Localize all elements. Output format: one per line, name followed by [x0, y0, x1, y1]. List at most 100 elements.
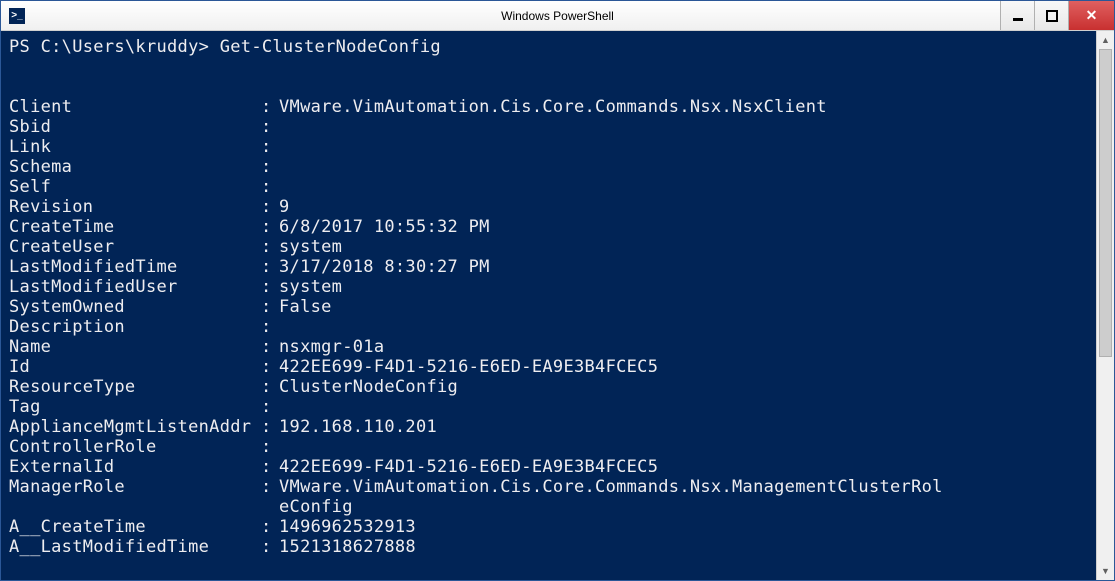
- output-colon: :: [261, 417, 279, 437]
- window-title: Windows PowerShell: [501, 9, 614, 23]
- scroll-up-arrow-icon[interactable]: ▲: [1097, 31, 1114, 49]
- output-value: 1521318627888: [279, 537, 1090, 557]
- terminal-area: PS C:\Users\kruddy> Get-ClusterNodeConfi…: [1, 31, 1114, 580]
- output-key: CreateTime: [9, 217, 261, 237]
- output-row: A__CreateTime:1496962532913: [9, 517, 1090, 537]
- prompt-line: PS C:\Users\kruddy> Get-ClusterNodeConfi…: [9, 37, 441, 57]
- output-value: nsxmgr-01a: [279, 337, 1090, 357]
- output-row: Schema:: [9, 157, 1090, 177]
- output-row: ManagerRole:VMware.VimAutomation.Cis.Cor…: [9, 477, 1090, 497]
- output-row: Description:: [9, 317, 1090, 337]
- output-value: VMware.VimAutomation.Cis.Core.Commands.N…: [279, 477, 1090, 497]
- output-key: ControllerRole: [9, 437, 261, 457]
- output-colon: :: [261, 317, 279, 337]
- output-key: LastModifiedTime: [9, 257, 261, 277]
- scroll-down-arrow-icon[interactable]: ▼: [1097, 562, 1114, 580]
- output-rows: Client:VMware.VimAutomation.Cis.Core.Com…: [9, 97, 1090, 557]
- output-value: False: [279, 297, 1090, 317]
- titlebar[interactable]: >_ Windows PowerShell ✕: [1, 1, 1114, 31]
- output-key: ResourceType: [9, 377, 261, 397]
- output-value: ClusterNodeConfig: [279, 377, 1090, 397]
- output-key: LastModifiedUser: [9, 277, 261, 297]
- output-colon: :: [261, 137, 279, 157]
- output-key: Sbid: [9, 117, 261, 137]
- output-value: 3/17/2018 8:30:27 PM: [279, 257, 1090, 277]
- output-value: [279, 157, 1090, 177]
- terminal-output[interactable]: PS C:\Users\kruddy> Get-ClusterNodeConfi…: [1, 31, 1096, 580]
- output-value: 192.168.110.201: [279, 417, 1090, 437]
- output-key: Client: [9, 97, 261, 117]
- output-key: ManagerRole: [9, 477, 261, 497]
- output-row: A__LastModifiedTime:1521318627888: [9, 537, 1090, 557]
- output-colon: :: [261, 237, 279, 257]
- output-row: ExternalId:422EE699-F4D1-5216-E6ED-EA9E3…: [9, 457, 1090, 477]
- output-colon: :: [261, 337, 279, 357]
- output-value: system: [279, 237, 1090, 257]
- output-row: ResourceType:ClusterNodeConfig: [9, 377, 1090, 397]
- output-colon: :: [261, 197, 279, 217]
- output-row: CreateTime:6/8/2017 10:55:32 PM: [9, 217, 1090, 237]
- output-key: Tag: [9, 397, 261, 417]
- output-colon: :: [261, 177, 279, 197]
- output-key: Self: [9, 177, 261, 197]
- minimize-button[interactable]: [1000, 1, 1034, 30]
- output-value: 6/8/2017 10:55:32 PM: [279, 217, 1090, 237]
- output-row: Name:nsxmgr-01a: [9, 337, 1090, 357]
- scroll-thumb[interactable]: [1099, 49, 1112, 357]
- output-key: Id: [9, 357, 261, 377]
- scroll-track[interactable]: [1097, 49, 1114, 562]
- output-key: A__LastModifiedTime: [9, 537, 261, 557]
- output-value: 9: [279, 197, 1090, 217]
- output-colon: :: [261, 517, 279, 537]
- output-value: [279, 117, 1090, 137]
- output-row: Tag:: [9, 397, 1090, 417]
- output-key: ExternalId: [9, 457, 261, 477]
- output-row: LastModifiedUser:system: [9, 277, 1090, 297]
- output-colon: :: [261, 477, 279, 497]
- vertical-scrollbar[interactable]: ▲ ▼: [1096, 31, 1114, 580]
- output-colon: :: [261, 537, 279, 557]
- output-row: Id:422EE699-F4D1-5216-E6ED-EA9E3B4FCEC5: [9, 357, 1090, 377]
- minimize-icon: [1012, 10, 1024, 22]
- output-value: system: [279, 277, 1090, 297]
- output-colon: :: [261, 397, 279, 417]
- powershell-window: >_ Windows PowerShell ✕ PS C:\Users\krud…: [0, 0, 1115, 581]
- output-value: [279, 177, 1090, 197]
- output-row: Revision:9: [9, 197, 1090, 217]
- output-key: Name: [9, 337, 261, 357]
- output-key: A__CreateTime: [9, 517, 261, 537]
- output-row: LastModifiedTime:3/17/2018 8:30:27 PM: [9, 257, 1090, 277]
- output-colon: :: [261, 157, 279, 177]
- output-key: Description: [9, 317, 261, 337]
- output-key: SystemOwned: [9, 297, 261, 317]
- output-colon: :: [261, 277, 279, 297]
- prompt-prefix: PS C:\Users\kruddy>: [9, 37, 209, 57]
- maximize-button[interactable]: [1034, 1, 1068, 30]
- close-icon: ✕: [1086, 7, 1098, 24]
- output-key: Revision: [9, 197, 261, 217]
- output-colon: :: [261, 457, 279, 477]
- output-row: CreateUser:system: [9, 237, 1090, 257]
- output-colon: :: [261, 97, 279, 117]
- output-value: 422EE699-F4D1-5216-E6ED-EA9E3B4FCEC5: [279, 357, 1090, 377]
- output-value: [279, 397, 1090, 417]
- output-colon: :: [261, 357, 279, 377]
- output-key: CreateUser: [9, 237, 261, 257]
- output-row: SystemOwned:False: [9, 297, 1090, 317]
- output-key: Schema: [9, 157, 261, 177]
- output-row: ControllerRole:: [9, 437, 1090, 457]
- output-row: ApplianceMgmtListenAddr:192.168.110.201: [9, 417, 1090, 437]
- output-row: Client:VMware.VimAutomation.Cis.Core.Com…: [9, 97, 1090, 117]
- output-colon: :: [261, 297, 279, 317]
- output-row: Link:: [9, 137, 1090, 157]
- output-value-continuation: eConfig: [279, 497, 1090, 517]
- output-key: ApplianceMgmtListenAddr: [9, 417, 261, 437]
- output-value: [279, 437, 1090, 457]
- maximize-icon: [1046, 10, 1058, 22]
- output-colon: :: [261, 257, 279, 277]
- output-colon: :: [261, 217, 279, 237]
- output-value: VMware.VimAutomation.Cis.Core.Commands.N…: [279, 97, 1090, 117]
- output-colon: :: [261, 437, 279, 457]
- close-button[interactable]: ✕: [1068, 1, 1114, 30]
- output-row: Self:: [9, 177, 1090, 197]
